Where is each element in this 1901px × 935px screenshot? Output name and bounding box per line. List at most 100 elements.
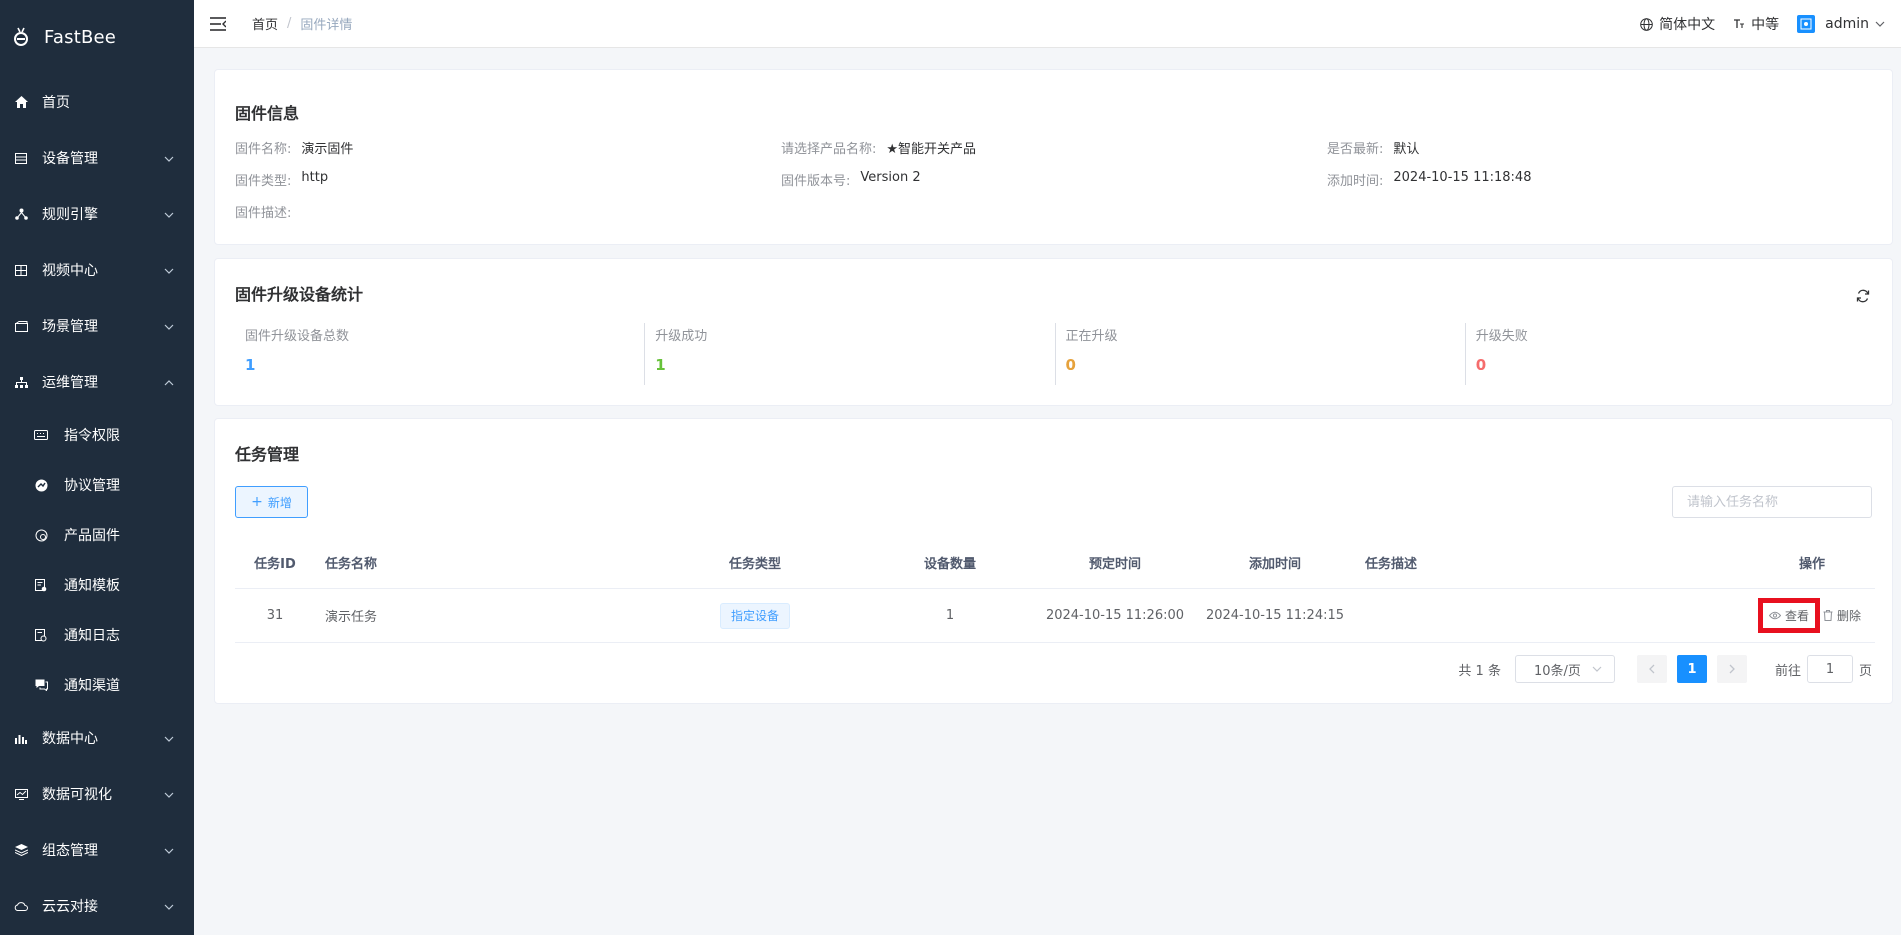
cell-device-count: 1 <box>945 608 955 623</box>
sidebar-item-label: 场景管理 <box>42 319 98 335</box>
chevron-right-icon <box>1729 664 1735 674</box>
stat-upgrading: 正在升级 0 <box>1054 323 1465 385</box>
user-menu[interactable]: admin <box>1797 15 1885 33</box>
sidebar-item-cloud[interactable]: 云云对接 <box>0 878 194 934</box>
sidebar-subitem-protocol[interactable]: 协议管理 <box>0 460 194 510</box>
sidebar-subitem-channel[interactable]: 通知渠道 <box>0 660 194 710</box>
cell-task-id: 31 <box>266 608 284 623</box>
video-icon <box>14 263 28 277</box>
sidebar-subitem-label: 通知渠道 <box>64 678 120 694</box>
view-button[interactable]: 查看 <box>1757 598 1820 633</box>
header-actions: 简体中文 中等 admin <box>1622 0 1885 48</box>
stat-value: 0 <box>1065 356 1076 374</box>
info-firmware-type: 固件类型: http <box>235 169 329 189</box>
log-icon <box>34 628 48 642</box>
upgrade-stats-title: 固件升级设备统计 <box>235 285 364 304</box>
info-is-latest: 是否最新: 默认 <box>1327 141 1420 157</box>
scene-icon <box>14 319 28 333</box>
sidebar-item-label: 视频中心 <box>42 263 98 279</box>
pagination-total: 共 1 条 <box>1458 663 1501 679</box>
data-icon <box>14 731 28 745</box>
plus-icon: + <box>251 494 263 510</box>
stat-failed: 升级失败 0 <box>1464 323 1875 385</box>
sidebar-item-ops[interactable]: 运维管理 <box>0 354 194 410</box>
table-row: 31 演示任务 指定设备 1 2024-10-15 11:26:00 2024-… <box>235 589 1875 643</box>
cell-task-name: 演示任务 <box>325 610 378 625</box>
sidebar-subitem-firmware[interactable]: 产品固件 <box>0 510 194 560</box>
chevron-down-icon <box>164 321 174 331</box>
main-content: 固件信息 固件名称: 演示固件 请选择产品名称: ★智能开关产品 是否最新: 默… <box>194 48 1901 935</box>
stat-value: 1 <box>245 356 256 374</box>
chevron-down-icon <box>164 733 174 743</box>
chevron-down-icon <box>164 265 174 275</box>
col-task-id: 任务ID <box>254 556 296 572</box>
col-task-type: 任务类型 <box>728 556 781 572</box>
sidebar-item-label: 云云对接 <box>42 899 98 915</box>
col-device-count: 设备数量 <box>923 556 976 572</box>
chevron-down-icon <box>164 153 174 163</box>
sidebar-item-scene[interactable]: 场景管理 <box>0 298 194 354</box>
rule-icon <box>14 207 28 221</box>
ops-icon <box>14 375 28 389</box>
eye-icon <box>1768 611 1781 620</box>
chevron-down-icon <box>164 789 174 799</box>
page-number-1[interactable]: 1 <box>1676 655 1707 683</box>
top-navbar: 首页 / 固件详情 简体中文 中等 admin <box>194 0 1901 48</box>
breadcrumb-current: 固件详情 <box>300 18 353 33</box>
delete-button[interactable]: 删除 <box>1823 607 1861 624</box>
sidebar-item-label: 数据可视化 <box>42 787 112 803</box>
font-size-label: 中等 <box>1751 17 1780 33</box>
stat-success: 升级成功 1 <box>644 323 1054 385</box>
stats-row: 固件升级设备总数 1 升级成功 1 正在升级 0 升级失败 0 <box>235 323 1875 385</box>
info-product-name: 请选择产品名称: ★智能开关产品 <box>781 141 977 157</box>
add-task-button[interactable]: + 新增 <box>235 486 308 518</box>
sidebar-subitem-label: 产品固件 <box>64 528 120 544</box>
protocol-icon <box>34 478 48 492</box>
username: admin <box>1825 16 1869 32</box>
sidebar-item-data-center[interactable]: 数据中心 <box>0 710 194 766</box>
breadcrumb-home[interactable]: 首页 <box>252 14 278 33</box>
visual-icon <box>14 787 28 801</box>
col-task-name: 任务名称 <box>325 556 378 572</box>
channel-icon <box>34 678 48 692</box>
sidebar-subitem-label: 指令权限 <box>64 428 120 444</box>
sidebar-item-visualization[interactable]: 数据可视化 <box>0 766 194 822</box>
language-switch[interactable]: 简体中文 <box>1640 14 1715 34</box>
avatar <box>1797 15 1816 33</box>
sidebar-item-home[interactable]: 首页 <box>0 74 194 130</box>
sidebar-subitem-template[interactable]: 通知模板 <box>0 560 194 610</box>
cell-scheduled-time: 2024-10-15 11:26:00 <box>1045 608 1185 623</box>
col-created-time: 添加时间 <box>1248 556 1301 572</box>
sidebar-subitem-command[interactable]: 指令权限 <box>0 410 194 460</box>
sidebar-item-label: 规则引擎 <box>42 207 98 223</box>
page-size-select[interactable]: 10条/页 <box>1514 655 1615 683</box>
col-actions: 操作 <box>1798 556 1825 572</box>
chevron-down-icon <box>1875 19 1885 29</box>
stat-value: 1 <box>655 356 666 374</box>
sidebar-subitem-log[interactable]: 通知日志 <box>0 610 194 660</box>
keyboard-icon <box>34 428 48 442</box>
font-size-icon <box>1733 18 1745 30</box>
refresh-icon[interactable] <box>1856 289 1870 303</box>
font-size-switch[interactable]: 中等 <box>1733 14 1779 34</box>
sidebar-item-video[interactable]: 视频中心 <box>0 242 194 298</box>
next-page-button[interactable] <box>1716 655 1747 683</box>
sidebar-item-device[interactable]: 设备管理 <box>0 130 194 186</box>
template-icon <box>34 578 48 592</box>
prev-page-button[interactable] <box>1636 655 1667 683</box>
language-label: 简体中文 <box>1659 17 1716 33</box>
hamburger-icon[interactable] <box>210 16 228 32</box>
sidebar-item-configuration[interactable]: 组态管理 <box>0 822 194 878</box>
stat-total: 固件升级设备总数 1 <box>235 323 644 385</box>
task-name-search-input[interactable] <box>1672 486 1872 518</box>
sidebar: FastBee 首页 设备管理 规则引擎 视频中心 场景管理 运维管理 指令权限… <box>0 0 194 935</box>
logo[interactable]: FastBee <box>0 0 194 74</box>
task-management-card: 任务管理 + 新增 任务ID 任务名称 任务类型 设备数量 预定时间 添加时间 … <box>214 418 1893 704</box>
sidebar-item-rule[interactable]: 规则引擎 <box>0 186 194 242</box>
breadcrumb-separator: / <box>287 16 292 31</box>
pagination: 共 1 条 10条/页 1 前往 页 <box>1458 655 1872 683</box>
goto-page-input[interactable] <box>1806 655 1853 683</box>
cloud-icon <box>14 899 28 913</box>
chevron-up-icon <box>164 377 174 387</box>
table-header: 任务ID 任务名称 任务类型 设备数量 预定时间 添加时间 任务描述 操作 <box>235 536 1875 589</box>
